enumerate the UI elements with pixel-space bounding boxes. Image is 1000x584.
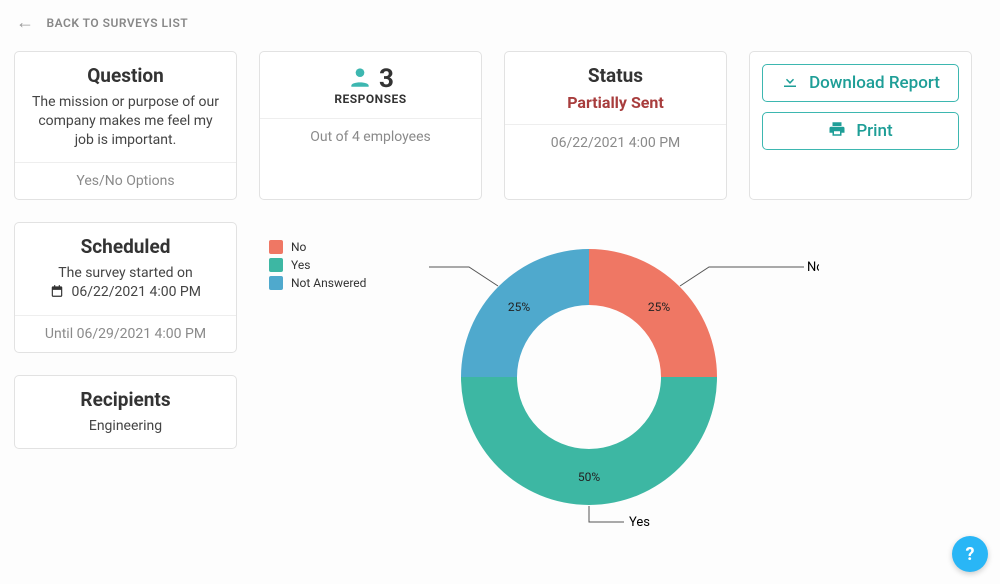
arrow-left-icon: ← bbox=[16, 12, 35, 33]
back-link-label: BACK TO SURVEYS LIST bbox=[47, 16, 189, 30]
scheduled-footer: Until 06/29/2021 4:00 PM bbox=[15, 315, 236, 352]
legend-swatch bbox=[269, 240, 283, 254]
legend-item-no: No bbox=[269, 240, 366, 254]
download-report-label: Download Report bbox=[809, 73, 940, 93]
legend-label: Not Answered bbox=[291, 276, 366, 290]
download-report-button[interactable]: Download Report bbox=[762, 64, 959, 102]
status-heading: Status bbox=[519, 64, 712, 87]
summary-row: Question The mission or purpose of our c… bbox=[0, 51, 1000, 200]
scheduled-card: Scheduled The survey started on 06/22/20… bbox=[14, 222, 237, 354]
print-button[interactable]: Print bbox=[762, 112, 959, 150]
question-card: Question The mission or purpose of our c… bbox=[14, 51, 237, 200]
pct-no: 25% bbox=[648, 300, 670, 314]
responses-label: RESPONSES bbox=[274, 92, 467, 106]
back-to-surveys-link[interactable]: ← BACK TO SURVEYS LIST bbox=[0, 0, 1000, 45]
question-heading: Question bbox=[29, 64, 222, 87]
side-column: Scheduled The survey started on 06/22/20… bbox=[14, 222, 237, 450]
download-icon bbox=[781, 72, 799, 95]
chart-legend: No Yes Not Answered bbox=[269, 240, 366, 294]
legend-swatch bbox=[269, 276, 283, 290]
pct-not-answered: 25% bbox=[508, 300, 530, 314]
legend-swatch bbox=[269, 258, 283, 272]
status-footer: 06/22/2021 4:00 PM bbox=[505, 124, 726, 161]
scheduled-start-date-row: 06/22/2021 4:00 PM bbox=[29, 283, 222, 304]
recipients-value: Engineering bbox=[29, 417, 222, 436]
recipients-card: Recipients Engineering bbox=[14, 375, 237, 449]
status-card: Status Partially Sent 06/22/2021 4:00 PM bbox=[504, 51, 727, 200]
responses-count: 3 bbox=[379, 64, 394, 94]
status-value: Partially Sent bbox=[519, 93, 712, 112]
help-button[interactable]: ? bbox=[952, 536, 988, 572]
legend-label: Yes bbox=[291, 258, 310, 272]
slice-label-yes: Yes bbox=[629, 515, 650, 530]
responses-card: 3 RESPONSES Out of 4 employees bbox=[259, 51, 482, 200]
person-icon bbox=[347, 64, 373, 94]
legend-label: No bbox=[291, 240, 306, 254]
lower-row: Scheduled The survey started on 06/22/20… bbox=[0, 222, 1000, 552]
calendar-icon bbox=[50, 284, 64, 304]
scheduled-start-date: 06/22/2021 4:00 PM bbox=[71, 284, 201, 300]
actions-card: Download Report Print bbox=[749, 51, 972, 200]
print-label: Print bbox=[856, 121, 892, 141]
question-text: The mission or purpose of our company ma… bbox=[29, 93, 222, 150]
legend-item-yes: Yes bbox=[269, 258, 366, 272]
donut-chart: 25% 50% 25% No Yes Not Answered bbox=[429, 217, 749, 551]
scheduled-heading: Scheduled bbox=[29, 235, 222, 258]
print-icon bbox=[828, 120, 846, 143]
responses-footer: Out of 4 employees bbox=[260, 118, 481, 155]
question-footer: Yes/No Options bbox=[15, 162, 236, 199]
legend-item-not-answered: Not Answered bbox=[269, 276, 366, 290]
recipients-heading: Recipients bbox=[29, 388, 222, 411]
slice-label-no: No bbox=[807, 260, 819, 275]
help-icon: ? bbox=[966, 544, 975, 565]
chart-area: No Yes Not Answered bbox=[259, 222, 986, 552]
pct-yes: 50% bbox=[578, 470, 600, 484]
scheduled-started: The survey started on bbox=[29, 264, 222, 283]
